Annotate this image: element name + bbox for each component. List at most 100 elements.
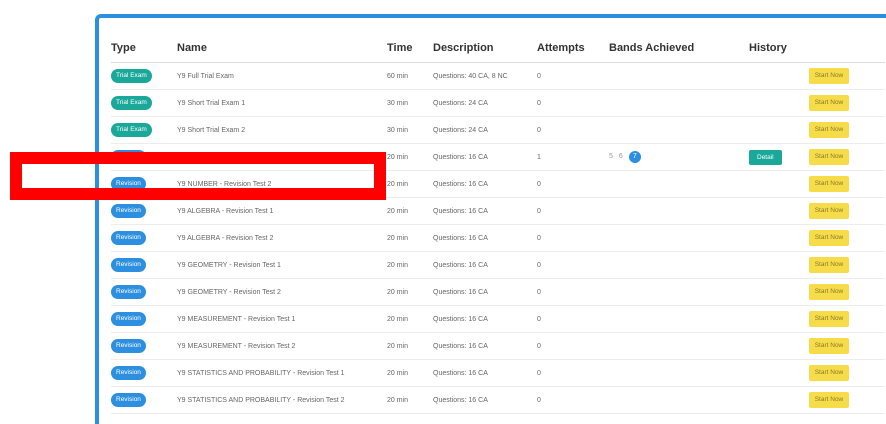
attempts-count: 0	[537, 315, 541, 323]
name-cell: Y9 ALGEBRA - Revision Test 1	[177, 197, 387, 225]
table-row: Revision Y9 GEOMETRY - Revision Test 2 20 …	[111, 278, 885, 306]
attempts-cell: 0	[537, 89, 609, 117]
bands-cell	[609, 359, 749, 387]
attempts-count: 0	[537, 342, 541, 350]
bands-cell	[609, 305, 749, 333]
description-cell: Questions: 24 CA	[433, 89, 537, 117]
start-now-button[interactable]: Start Now	[809, 68, 849, 84]
test-time: 20 min	[387, 234, 409, 242]
test-description: Questions: 16 CA	[433, 180, 488, 188]
bands-cell	[609, 224, 749, 252]
test-time: 20 min	[387, 315, 409, 323]
type-badge: Trial Exam	[111, 96, 152, 110]
type-cell: Trial Exam	[111, 62, 177, 90]
time-cell: 30 min	[387, 116, 433, 144]
description-cell: Questions: 16 CA	[433, 305, 537, 333]
attempts-cell: 0	[537, 251, 609, 279]
name-cell: Y9 Short Trial Exam 1	[177, 89, 387, 117]
table-row: Revision Y9 NUMBER - Revision Test 2 20 mi…	[111, 170, 885, 198]
start-now-button[interactable]: Start Now	[809, 284, 849, 300]
test-description: Questions: 16 CA	[433, 261, 488, 269]
start-now-button[interactable]: Start Now	[809, 203, 849, 219]
test-name: Y9 NUMBER - Revision Test 2	[177, 180, 272, 188]
action-cell: Start Now	[809, 89, 885, 117]
start-now-button[interactable]: Start Now	[809, 230, 849, 246]
test-description: Questions: 40 CA, 8 NC	[433, 72, 508, 80]
history-cell	[749, 386, 809, 414]
test-description: Questions: 16 CA	[433, 153, 488, 161]
header-description: Description	[433, 34, 537, 63]
start-now-button[interactable]: Start Now	[809, 149, 849, 165]
test-description: Questions: 16 CA	[433, 207, 488, 215]
type-badge: Revision	[111, 204, 146, 218]
time-cell: 20 min	[387, 170, 433, 198]
start-now-button[interactable]: Start Now	[809, 311, 849, 327]
time-cell: 20 min	[387, 143, 433, 171]
history-cell	[749, 224, 809, 252]
test-name: Y9 STATISTICS AND PROBABILITY - Revision…	[177, 369, 345, 377]
description-cell: Questions: 16 CA	[433, 332, 537, 360]
test-name: Y9 MEASUREMENT - Revision Test 1	[177, 315, 296, 323]
table-row: Revision Y9 NUMBER - Revision Test 1 20 mi…	[111, 143, 885, 171]
test-time: 20 min	[387, 288, 409, 296]
attempts-cell: 0	[537, 359, 609, 387]
test-time: 20 min	[387, 261, 409, 269]
type-badge: Trial Exam	[111, 69, 152, 83]
start-now-button[interactable]: Start Now	[809, 122, 849, 138]
type-cell: Revision	[111, 386, 177, 414]
time-cell: 30 min	[387, 89, 433, 117]
time-cell: 20 min	[387, 305, 433, 333]
time-cell: 20 min	[387, 278, 433, 306]
test-time: 20 min	[387, 369, 409, 377]
start-now-button[interactable]: Start Now	[809, 338, 849, 354]
table-row: Revision Y9 GEOMETRY - Revision Test 1 20 …	[111, 251, 885, 279]
history-cell	[749, 197, 809, 225]
bands-cell	[609, 170, 749, 198]
history-cell	[749, 170, 809, 198]
start-now-button[interactable]: Start Now	[809, 176, 849, 192]
description-cell: Questions: 16 CA	[433, 224, 537, 252]
detail-button[interactable]: Detail	[749, 149, 782, 165]
attempts-count: 1	[537, 153, 541, 161]
action-cell: Start Now	[809, 224, 885, 252]
test-time: 60 min	[387, 72, 409, 80]
attempts-count: 0	[537, 369, 541, 377]
attempts-cell: 0	[537, 305, 609, 333]
description-cell: Questions: 16 CA	[433, 143, 537, 171]
attempts-cell: 0	[537, 278, 609, 306]
attempts-count: 0	[537, 207, 541, 215]
history-cell	[749, 62, 809, 90]
table-row: Trial Exam Y9 Full Trial Exam 60 min Questi…	[111, 62, 885, 90]
description-cell: Questions: 16 CA	[433, 359, 537, 387]
type-badge: Revision	[111, 393, 146, 407]
type-cell: Revision	[111, 278, 177, 306]
attempts-count: 0	[537, 180, 541, 188]
type-badge: Trial Exam	[111, 123, 152, 137]
type-cell: Revision	[111, 224, 177, 252]
attempts-cell: 0	[537, 62, 609, 90]
time-cell: 60 min	[387, 62, 433, 90]
attempts-count: 0	[537, 396, 541, 404]
attempts-count: 0	[537, 288, 541, 296]
start-now-button[interactable]: Start Now	[809, 392, 849, 408]
action-cell: Start Now	[809, 278, 885, 306]
start-now-button[interactable]: Start Now	[809, 95, 849, 111]
band-achieved: 7	[628, 151, 641, 163]
name-cell: Y9 MEASUREMENT - Revision Test 2	[177, 332, 387, 360]
test-description: Questions: 16 CA	[433, 234, 488, 242]
attempts-cell: 0	[537, 197, 609, 225]
header-time: Time	[387, 34, 433, 63]
action-cell: Start Now	[809, 359, 885, 387]
type-cell: Revision	[111, 170, 177, 198]
tests-panel: Type Name Time Description Attempts Band…	[95, 14, 886, 424]
test-name: Y9 ALGEBRA - Revision Test 1	[177, 207, 274, 215]
band-number: 5	[609, 153, 613, 160]
history-cell	[749, 332, 809, 360]
type-badge: Revision	[111, 258, 146, 272]
start-now-button[interactable]: Start Now	[809, 257, 849, 273]
header-action	[809, 34, 885, 63]
bands-cell	[609, 89, 749, 117]
description-cell: Questions: 16 CA	[433, 197, 537, 225]
start-now-button[interactable]: Start Now	[809, 365, 849, 381]
attempts-count: 0	[537, 99, 541, 107]
